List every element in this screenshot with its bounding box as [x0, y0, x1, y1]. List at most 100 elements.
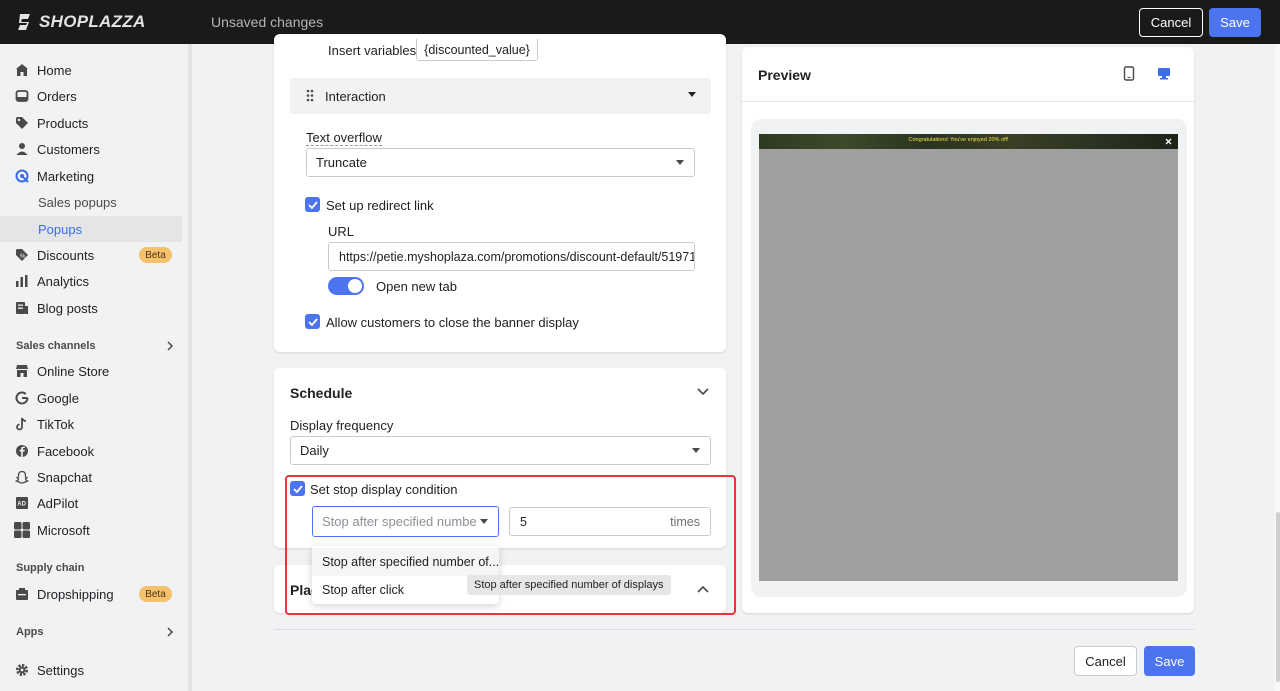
sidebar-item-label: Products [37, 115, 89, 131]
sidebar-item-label: Home [37, 62, 72, 78]
caret-down-icon [480, 519, 488, 524]
chevron-right-icon[interactable] [166, 627, 174, 637]
sidebar-item-label: Settings [37, 662, 84, 678]
open-new-tab-label: Open new tab [376, 279, 457, 294]
facebook-icon [14, 443, 30, 459]
apps-header[interactable]: Apps [16, 626, 44, 638]
sidebar-item-home[interactable]: Home [12, 58, 182, 82]
sidebar-item-sales-popups[interactable]: Sales popups [0, 189, 182, 215]
stop-condition-checkbox[interactable] [290, 481, 305, 496]
sidebar-item-blog-posts[interactable]: Blog posts [12, 296, 182, 320]
sidebar-divider [188, 44, 192, 691]
orders-icon [14, 88, 30, 104]
footer-divider [274, 629, 1194, 630]
insert-variables-label: Insert variables [328, 43, 417, 58]
sidebar-item-label: Facebook [37, 443, 95, 459]
gear-icon [14, 662, 30, 678]
sidebar-item-online-store[interactable]: Online Store [12, 359, 182, 383]
caret-down-icon[interactable] [688, 92, 696, 97]
close-icon[interactable] [1165, 138, 1172, 145]
stop-condition-select[interactable]: Stop after specified number... [312, 506, 499, 537]
url-input[interactable]: https://petie.myshoplaza.com/promotions/… [328, 242, 695, 271]
display-frequency-select[interactable]: Daily [290, 436, 711, 465]
sidebar-item-label: Microsoft [37, 522, 90, 538]
sidebar-item-facebook[interactable]: Facebook [12, 439, 182, 463]
toggle-knob [348, 279, 362, 293]
times-value: 5 [520, 514, 527, 529]
footer-cancel-button[interactable]: Cancel [1074, 646, 1137, 676]
snapchat-icon [14, 469, 30, 485]
option-tooltip: Stop after specified number of displays [467, 575, 671, 595]
microsoft-icon [14, 522, 30, 538]
sidebar-item-tiktok[interactable]: TikTok [12, 412, 182, 436]
interaction-section-header[interactable]: Interaction [290, 78, 711, 114]
sidebar-item-label: Snapchat [37, 469, 92, 485]
times-input[interactable]: 5 times [509, 507, 711, 536]
person-icon [14, 141, 30, 157]
sidebar-item-label: Analytics [37, 273, 90, 289]
caret-down-icon [676, 160, 684, 165]
open-new-tab-toggle[interactable] [328, 277, 364, 295]
sidebar-item-label: Blog posts [37, 300, 98, 316]
sidebar-item-snapchat[interactable]: Snapchat [12, 465, 182, 489]
dropshipping-beta-badge: Beta [139, 586, 172, 602]
target-icon [14, 168, 30, 184]
preview-banner: Congratulations! You've enjoyed 20% off! [759, 134, 1178, 149]
svg-text:%: % [20, 254, 26, 260]
checkmark-icon [292, 484, 303, 493]
sidebar-item-settings[interactable]: Settings [12, 658, 182, 682]
brand-name: SHOPLAZZA [39, 12, 146, 31]
scrollbar-thumb[interactable] [1276, 512, 1280, 682]
top-save-button[interactable]: Save [1209, 8, 1261, 37]
footer-save-button[interactable]: Save [1144, 646, 1195, 676]
sidebar-item-popups[interactable]: Popups [0, 216, 182, 242]
analytics-icon [14, 273, 30, 289]
sidebar-item-label: Sales popups [38, 194, 117, 210]
sidebar-item-label: TikTok [37, 416, 75, 432]
sidebar-item-label: Discounts [37, 247, 95, 263]
allow-close-checkbox[interactable] [305, 314, 320, 329]
sidebar-item-google[interactable]: Google [12, 386, 182, 410]
redirect-link-checkbox[interactable] [305, 197, 320, 212]
display-frequency-label: Display frequency [290, 418, 394, 433]
supply-chain-header: Supply chain [16, 562, 85, 574]
sidebar-item-label: Dropshipping [37, 586, 114, 602]
preview-banner-text: Congratulations! You've enjoyed 20% off! [908, 137, 1009, 143]
variable-chip-discounted-value[interactable]: {discounted_value} [416, 39, 538, 61]
chevron-up-icon[interactable] [697, 585, 709, 593]
sidebar-item-analytics[interactable]: Analytics [12, 269, 182, 293]
sales-channels-header[interactable]: Sales channels [16, 340, 96, 352]
sidebar-item-microsoft[interactable]: Microsoft [12, 518, 182, 542]
sidebar-item-orders[interactable]: Orders [12, 84, 182, 108]
schedule-title: Schedule [290, 385, 353, 401]
google-icon [14, 390, 30, 406]
sidebar-item-adpilot[interactable]: AD AdPilot [12, 491, 182, 515]
preview-canvas [759, 134, 1178, 581]
unsaved-status: Unsaved changes [211, 14, 324, 30]
brand-logo[interactable]: SHOPLAZZA [16, 12, 146, 32]
dropdown-option-specified-number[interactable]: Stop after specified number of... [312, 548, 499, 576]
mobile-device-icon[interactable] [1123, 66, 1135, 81]
desktop-device-icon[interactable] [1157, 67, 1171, 80]
adpilot-icon: AD [14, 495, 30, 511]
display-frequency-value: Daily [300, 443, 329, 458]
sidebar-item-customers[interactable]: Customers [12, 137, 182, 161]
top-cancel-button[interactable]: Cancel [1139, 8, 1203, 37]
sidebar-item-marketing[interactable]: Marketing [12, 164, 182, 188]
tag-icon [14, 115, 30, 131]
sidebar-item-label: Online Store [37, 363, 110, 379]
stop-condition-placeholder: Stop after specified number... [322, 514, 477, 529]
sidebar-item-label: Orders [37, 88, 77, 104]
sidebar-item-label: Marketing [37, 168, 95, 184]
discount-icon: % [14, 247, 30, 263]
text-overflow-value: Truncate [316, 155, 367, 170]
interaction-label: Interaction [325, 89, 386, 104]
redirect-link-label: Set up redirect link [326, 198, 434, 213]
chevron-right-icon[interactable] [166, 341, 174, 351]
preview-divider [742, 101, 1194, 102]
text-overflow-select[interactable]: Truncate [306, 148, 695, 177]
sidebar-item-products[interactable]: Products [12, 111, 182, 135]
drag-handle-icon[interactable] [306, 89, 314, 102]
checkmark-icon [307, 317, 318, 326]
chevron-down-icon[interactable] [697, 388, 709, 396]
